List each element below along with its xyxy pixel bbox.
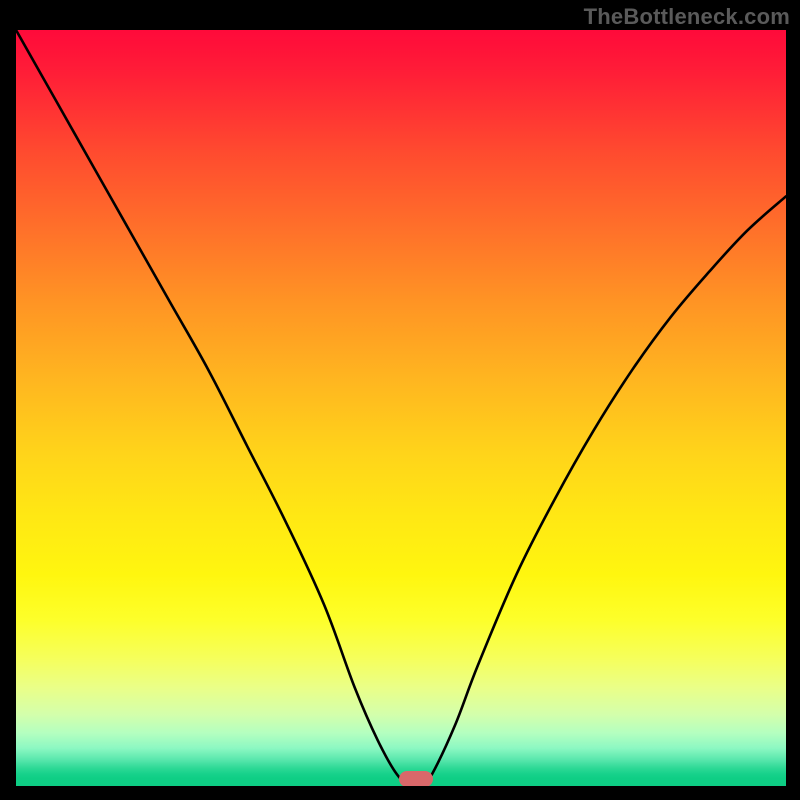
watermark-text: TheBottleneck.com: [584, 4, 790, 30]
optimum-marker: [399, 771, 433, 786]
bottleneck-curve: [16, 30, 786, 783]
plot-area: [16, 30, 786, 786]
stage: TheBottleneck.com: [0, 0, 800, 800]
curve-svg: [16, 30, 786, 786]
